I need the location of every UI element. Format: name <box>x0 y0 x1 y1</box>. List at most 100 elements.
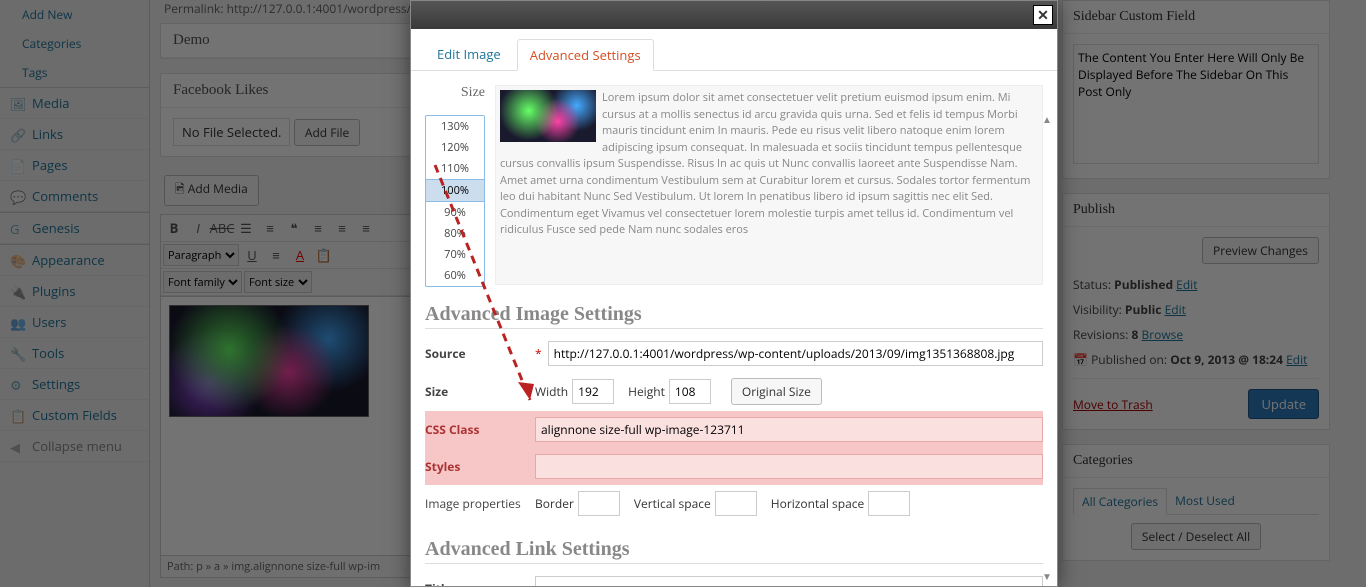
add-media-button[interactable]: 🖻 Add Media <box>164 175 259 206</box>
menu-custom-fields[interactable]: 📋Custom Fields <box>0 400 149 431</box>
size-option[interactable]: 90% <box>426 202 484 223</box>
strike-button[interactable]: ABC <box>211 217 233 239</box>
size-option[interactable]: 110% <box>426 158 484 179</box>
size-option[interactable]: 70% <box>426 244 484 265</box>
page-icon: 📄 <box>10 157 26 173</box>
menu-comments[interactable]: 💬Comments <box>0 181 149 212</box>
revisions-value: 8 <box>1131 326 1138 343</box>
title-label: Title <box>425 580 535 586</box>
menu-tags[interactable]: Tags <box>0 58 149 87</box>
settings-icon: ⚙ <box>10 376 26 392</box>
font-size-select[interactable]: Font size <box>244 271 312 293</box>
users-icon: 👥 <box>10 314 26 330</box>
height-label: Height <box>628 383 665 400</box>
tab-advanced-settings[interactable]: Advanced Settings <box>517 39 654 71</box>
menu-settings-label: Settings <box>32 375 80 393</box>
menu-links[interactable]: 🔗Links <box>0 119 149 150</box>
menu-genesis[interactable]: GGenesis <box>0 212 149 244</box>
size-option[interactable]: 130% <box>426 116 484 137</box>
sidebar-custom-field-box: Sidebar Custom Field The Content You Ent… <box>1062 0 1330 179</box>
appearance-icon: 🎨 <box>10 252 26 268</box>
tab-most-used[interactable]: Most Used <box>1167 488 1243 514</box>
collapse-icon: ◀ <box>10 438 26 454</box>
menu-plugins[interactable]: 🔌Plugins <box>0 276 149 307</box>
image-properties-label: Image properties <box>425 495 535 512</box>
browse-link[interactable]: Browse <box>1141 326 1183 343</box>
close-icon: ✕ <box>1037 6 1049 25</box>
date-edit-link[interactable]: Edit <box>1286 351 1307 368</box>
size-option[interactable]: 60% <box>426 265 484 286</box>
menu-links-label: Links <box>32 125 63 143</box>
add-file-button[interactable]: Add File <box>294 119 360 146</box>
height-input[interactable] <box>669 379 711 404</box>
scroll-up-icon[interactable]: ▲ <box>1039 111 1055 127</box>
size-option[interactable]: 120% <box>426 137 484 158</box>
size-option[interactable]: 80% <box>426 223 484 244</box>
modal-body: ▲ Size 130%120%110%100%90%80%70%60% Lore… <box>411 71 1057 586</box>
css-class-input[interactable] <box>535 417 1043 442</box>
align-full-button[interactable]: ≡ <box>265 244 287 266</box>
hspace-input[interactable] <box>868 491 910 516</box>
menu-settings[interactable]: ⚙ Settings <box>0 369 149 400</box>
menu-appearance[interactable]: 🎨Appearance <box>0 244 149 276</box>
size-label: Size <box>425 85 485 115</box>
quote-button[interactable]: ❝ <box>283 217 305 239</box>
preview-changes-button[interactable]: Preview Changes <box>1202 237 1319 264</box>
menu-users[interactable]: 👥Users <box>0 307 149 338</box>
status-value: Published <box>1114 276 1173 293</box>
select-deselect-button[interactable]: Select / Deselect All <box>1131 523 1261 550</box>
close-button[interactable]: ✕ <box>1033 5 1053 25</box>
plugin-icon: 🔌 <box>10 283 26 299</box>
tab-all-categories[interactable]: All Categories <box>1073 488 1167 515</box>
sidebar-field-textarea[interactable]: The Content You Enter Here Will Only Be … <box>1073 44 1319 164</box>
underline-button[interactable]: U <box>241 244 263 266</box>
publish-box: Publish Preview Changes Status: Publishe… <box>1062 193 1330 430</box>
modal-titlebar: ✕ <box>411 1 1057 29</box>
status-edit-link[interactable]: Edit <box>1176 276 1197 293</box>
no-file-text: No File Selected. <box>173 118 290 146</box>
menu-add-new[interactable]: Add New <box>0 0 149 29</box>
menu-media[interactable]: 🖼Media <box>0 87 149 119</box>
title-input[interactable] <box>535 576 1043 586</box>
visibility-edit-link[interactable]: Edit <box>1165 301 1186 318</box>
width-input[interactable] <box>572 379 614 404</box>
size-list: 130%120%110%100%90%80%70%60% <box>425 115 485 287</box>
menu-cf-label: Custom Fields <box>32 406 117 424</box>
visibility-label: Visibility: <box>1073 301 1125 318</box>
categories-title: Categories <box>1063 445 1329 478</box>
menu-categories[interactable]: Categories <box>0 29 149 58</box>
calendar-icon: 📅 <box>1073 351 1088 368</box>
paragraph-select[interactable]: Paragraph <box>163 244 239 266</box>
ul-button[interactable]: ☰ <box>235 217 257 239</box>
vspace-input[interactable] <box>715 491 757 516</box>
align-left-button[interactable]: ≡ <box>307 217 329 239</box>
tab-edit-image[interactable]: Edit Image <box>425 39 513 70</box>
source-label: Source <box>425 345 535 362</box>
original-size-button[interactable]: Original Size <box>731 378 822 405</box>
text-color-button[interactable]: A <box>289 244 311 266</box>
update-button[interactable]: Update <box>1248 389 1319 419</box>
border-input[interactable] <box>578 491 620 516</box>
scroll-down-icon[interactable]: ▼ <box>1039 568 1055 584</box>
collapse-menu[interactable]: ◀Collapse menu <box>0 431 149 462</box>
advanced-image-settings-heading: Advanced Image Settings <box>425 303 1043 329</box>
move-to-trash-link[interactable]: Move to Trash <box>1073 396 1153 413</box>
preview-image <box>500 90 596 142</box>
vspace-label: Vertical space <box>634 495 711 512</box>
menu-tools[interactable]: 🔧Tools <box>0 338 149 369</box>
css-class-label: CSS Class <box>425 421 535 438</box>
styles-input[interactable] <box>535 454 1043 479</box>
source-input[interactable] <box>548 341 1043 366</box>
paste-button[interactable]: 📋 <box>313 244 335 266</box>
font-family-select[interactable]: Font family <box>163 271 242 293</box>
editor-image[interactable] <box>169 305 369 417</box>
size-option[interactable]: 100% <box>426 179 484 202</box>
italic-button[interactable]: I <box>187 217 209 239</box>
align-right-button[interactable]: ≡ <box>355 217 377 239</box>
ol-button[interactable]: ≡ <box>259 217 281 239</box>
menu-pages[interactable]: 📄Pages <box>0 150 149 181</box>
menu-media-label: Media <box>32 94 69 112</box>
align-center-button[interactable]: ≡ <box>331 217 353 239</box>
bold-button[interactable]: B <box>163 217 185 239</box>
sidebar-field-title: Sidebar Custom Field <box>1063 1 1329 34</box>
